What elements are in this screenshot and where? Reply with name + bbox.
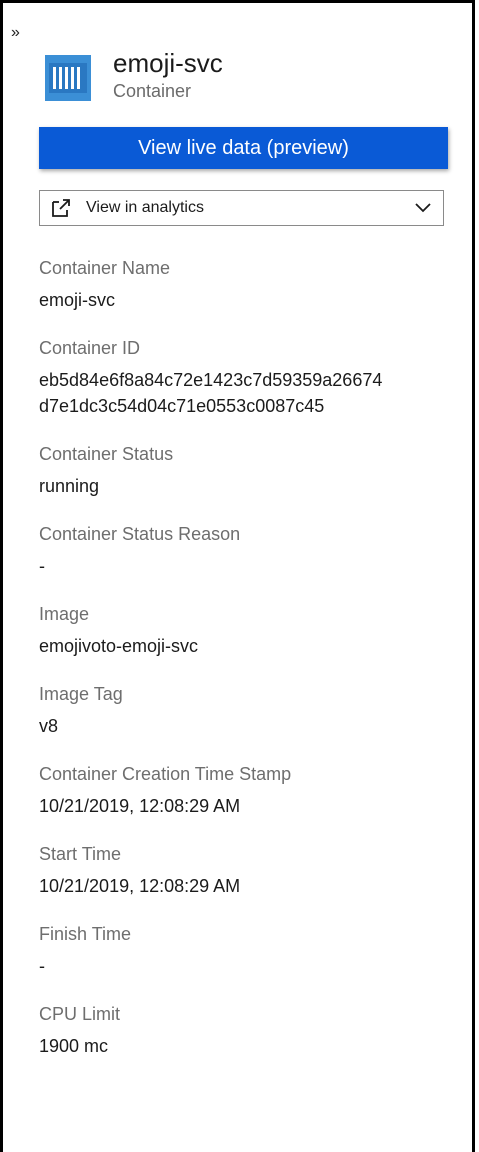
view-in-analytics-dropdown[interactable]: View in analytics [39, 190, 444, 226]
property-value: 10/21/2019, 12:08:29 AM [39, 796, 241, 816]
property-value: emojivoto-emoji-svc [39, 636, 199, 656]
property-value: running [39, 476, 100, 496]
container-icon [45, 55, 91, 101]
property-value: - [39, 956, 45, 976]
property-image: Image emojivoto-emoji-svc [39, 601, 464, 659]
external-link-icon [52, 199, 70, 217]
property-value: v8 [39, 716, 59, 736]
property-value: eb5d84e6f8a84c72e1423c7d59359a26674 d7e1… [39, 367, 464, 419]
property-creation-time: Container Creation Time Stamp 10/21/2019… [39, 761, 464, 819]
property-value: - [39, 556, 45, 576]
properties-list: Container Name emoji-svc Container ID eb… [39, 255, 464, 1081]
property-label: Container Name [39, 258, 171, 278]
property-label: CPU Limit [39, 1004, 121, 1024]
header-text: emoji-svc Container [113, 47, 223, 102]
container-details-panel: » emoji-svc Container View live data (pr… [0, 0, 475, 1152]
property-label: Image [39, 604, 90, 624]
property-finish-time: Finish Time - [39, 921, 464, 979]
property-container-status-reason: Container Status Reason - [39, 521, 464, 579]
property-label: Container ID [39, 338, 141, 358]
property-label: Container Status [39, 444, 174, 464]
chevron-down-icon [415, 203, 431, 213]
property-label: Image Tag [39, 684, 123, 704]
property-value: emoji-svc [39, 290, 116, 310]
property-label: Start Time [39, 844, 122, 864]
property-value: 10/21/2019, 12:08:29 AM [39, 876, 241, 896]
property-value: 1900 mc [39, 1036, 109, 1056]
property-container-status: Container Status running [39, 441, 464, 499]
property-value-line: eb5d84e6f8a84c72e1423c7d59359a26674 [39, 370, 383, 390]
property-container-id: Container ID eb5d84e6f8a84c72e1423c7d593… [39, 335, 464, 419]
property-start-time: Start Time 10/21/2019, 12:08:29 AM [39, 841, 464, 899]
property-label: Container Status Reason [39, 524, 241, 544]
resource-type: Container [113, 81, 192, 101]
property-label: Finish Time [39, 924, 132, 944]
page-title: emoji-svc [113, 48, 223, 78]
view-live-data-button[interactable]: View live data (preview) [39, 127, 448, 169]
collapse-panel-button[interactable]: » [11, 25, 20, 41]
analytics-label: View in analytics [86, 199, 204, 216]
property-value-line: d7e1dc3c54d04c71e0553c0087c45 [39, 396, 325, 416]
property-image-tag: Image Tag v8 [39, 681, 464, 739]
property-label: Container Creation Time Stamp [39, 764, 292, 784]
property-container-name: Container Name emoji-svc [39, 255, 464, 313]
panel-header: emoji-svc Container [43, 47, 223, 103]
property-cpu-limit: CPU Limit 1900 mc [39, 1001, 464, 1059]
